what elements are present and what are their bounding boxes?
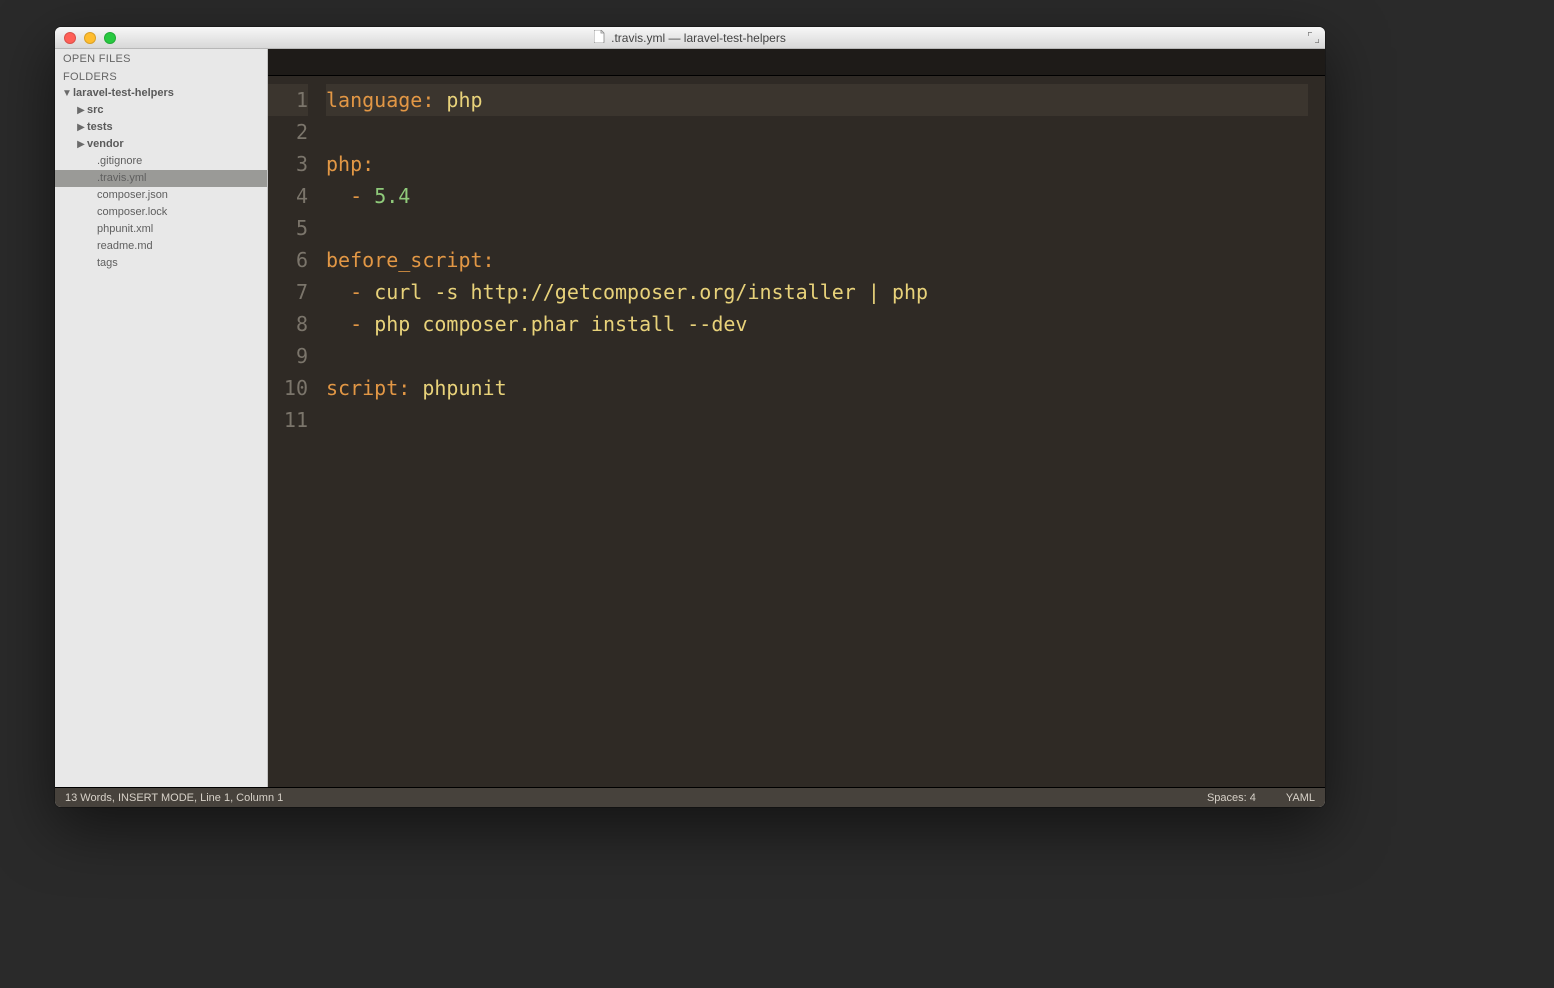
token-plain xyxy=(326,184,350,208)
sidebar-folder[interactable]: ▶vendor xyxy=(55,136,267,153)
token-key: - xyxy=(350,312,362,336)
code-line[interactable] xyxy=(326,404,1308,436)
titlebar-title-wrap: .travis.yml — laravel-test-helpers xyxy=(55,27,1325,48)
tree-item-label: tests xyxy=(87,119,113,136)
status-syntax[interactable]: YAML xyxy=(1286,792,1315,804)
code-line[interactable]: php: xyxy=(326,148,1308,180)
token-plain xyxy=(362,280,374,304)
sidebar-file[interactable]: composer.lock xyxy=(55,204,267,221)
code-line[interactable] xyxy=(326,340,1308,372)
line-number-gutter[interactable]: 1234567891011 xyxy=(268,76,318,787)
titlebar: .travis.yml — laravel-test-helpers xyxy=(55,27,1325,49)
editor-scrollbar[interactable] xyxy=(1308,76,1325,787)
tree-item-label: .travis.yml xyxy=(97,170,147,187)
code-line[interactable]: - 5.4 xyxy=(326,180,1308,212)
sidebar-heading-open-files[interactable]: OPEN FILES xyxy=(55,49,267,67)
status-left: 13 Words, INSERT MODE, Line 1, Column 1 xyxy=(65,792,283,804)
token-str: php xyxy=(446,88,482,112)
tree-item-label: composer.lock xyxy=(97,204,167,221)
sidebar-folder[interactable]: ▶src xyxy=(55,102,267,119)
token-key: language: xyxy=(326,88,434,112)
window-title: .travis.yml — laravel-test-helpers xyxy=(611,31,786,45)
line-number[interactable]: 11 xyxy=(268,404,308,436)
code-line[interactable]: - curl -s http://getcomposer.org/install… xyxy=(326,276,1308,308)
sidebar-file[interactable]: readme.md xyxy=(55,238,267,255)
token-plain xyxy=(434,88,446,112)
line-number[interactable]: 1 xyxy=(268,84,308,116)
token-key: script: xyxy=(326,376,410,400)
document-icon xyxy=(594,30,605,46)
token-key: php: xyxy=(326,152,374,176)
token-key: before_script: xyxy=(326,248,495,272)
token-key: - xyxy=(350,280,362,304)
fullscreen-icon[interactable] xyxy=(1307,31,1319,43)
line-number[interactable]: 6 xyxy=(268,244,308,276)
code-line[interactable]: language: php xyxy=(326,84,1308,116)
code-line[interactable] xyxy=(326,212,1308,244)
sidebar-file[interactable]: tags xyxy=(55,255,267,272)
line-number[interactable]: 7 xyxy=(268,276,308,308)
line-number[interactable]: 3 xyxy=(268,148,308,180)
line-number[interactable]: 2 xyxy=(268,116,308,148)
sidebar: OPEN FILES FOLDERS ▼laravel-test-helpers… xyxy=(55,49,268,787)
editor: 1234567891011 language: php php: - 5.4 b… xyxy=(268,49,1325,787)
tree-item-label: phpunit.xml xyxy=(97,221,153,238)
tree-item-label: vendor xyxy=(87,136,124,153)
sidebar-heading-folders: FOLDERS xyxy=(55,67,267,85)
traffic-lights xyxy=(64,32,116,44)
zoom-icon[interactable] xyxy=(104,32,116,44)
code-line[interactable]: - php composer.phar install --dev xyxy=(326,308,1308,340)
line-number[interactable]: 4 xyxy=(268,180,308,212)
token-plain xyxy=(410,376,422,400)
code-content[interactable]: language: php php: - 5.4 before_script: … xyxy=(318,76,1308,787)
chevron-right-icon: ▶ xyxy=(75,139,87,150)
code-line[interactable]: script: phpunit xyxy=(326,372,1308,404)
token-str: php composer.phar install --dev xyxy=(374,312,747,336)
tree-item-label: composer.json xyxy=(97,187,168,204)
chevron-right-icon: ▶ xyxy=(75,122,87,133)
sidebar-file[interactable]: phpunit.xml xyxy=(55,221,267,238)
code-line[interactable] xyxy=(326,116,1308,148)
tree-item-label: laravel-test-helpers xyxy=(73,85,174,102)
token-plain xyxy=(362,312,374,336)
tree-item-label: readme.md xyxy=(97,238,153,255)
token-num: 5.4 xyxy=(374,184,410,208)
sidebar-file[interactable]: .travis.yml xyxy=(55,170,267,187)
tree-item-label: src xyxy=(87,102,104,119)
folder-tree: ▼laravel-test-helpers▶src▶tests▶vendor.g… xyxy=(55,85,267,278)
code-line[interactable]: before_script: xyxy=(326,244,1308,276)
app-window: .travis.yml — laravel-test-helpers OPEN … xyxy=(55,27,1325,807)
token-plain xyxy=(362,184,374,208)
tree-item-label: tags xyxy=(97,255,118,272)
chevron-right-icon: ▶ xyxy=(75,105,87,116)
sidebar-file[interactable]: composer.json xyxy=(55,187,267,204)
line-number[interactable]: 5 xyxy=(268,212,308,244)
sidebar-file[interactable]: .gitignore xyxy=(55,153,267,170)
minimize-icon[interactable] xyxy=(84,32,96,44)
sidebar-folder[interactable]: ▶tests xyxy=(55,119,267,136)
token-plain xyxy=(326,312,350,336)
close-icon[interactable] xyxy=(64,32,76,44)
token-str: phpunit xyxy=(422,376,506,400)
tabstrip[interactable] xyxy=(268,49,1325,76)
line-number[interactable]: 8 xyxy=(268,308,308,340)
tree-item-label: .gitignore xyxy=(97,153,142,170)
token-plain xyxy=(326,280,350,304)
line-number[interactable]: 10 xyxy=(268,372,308,404)
token-key: - xyxy=(350,184,362,208)
token-str: curl -s http://getcomposer.org/installer… xyxy=(374,280,928,304)
line-number[interactable]: 9 xyxy=(268,340,308,372)
sidebar-folder[interactable]: ▼laravel-test-helpers xyxy=(55,85,267,102)
statusbar: 13 Words, INSERT MODE, Line 1, Column 1 … xyxy=(55,787,1325,807)
status-spaces[interactable]: Spaces: 4 xyxy=(1207,792,1256,804)
chevron-down-icon: ▼ xyxy=(61,88,73,99)
